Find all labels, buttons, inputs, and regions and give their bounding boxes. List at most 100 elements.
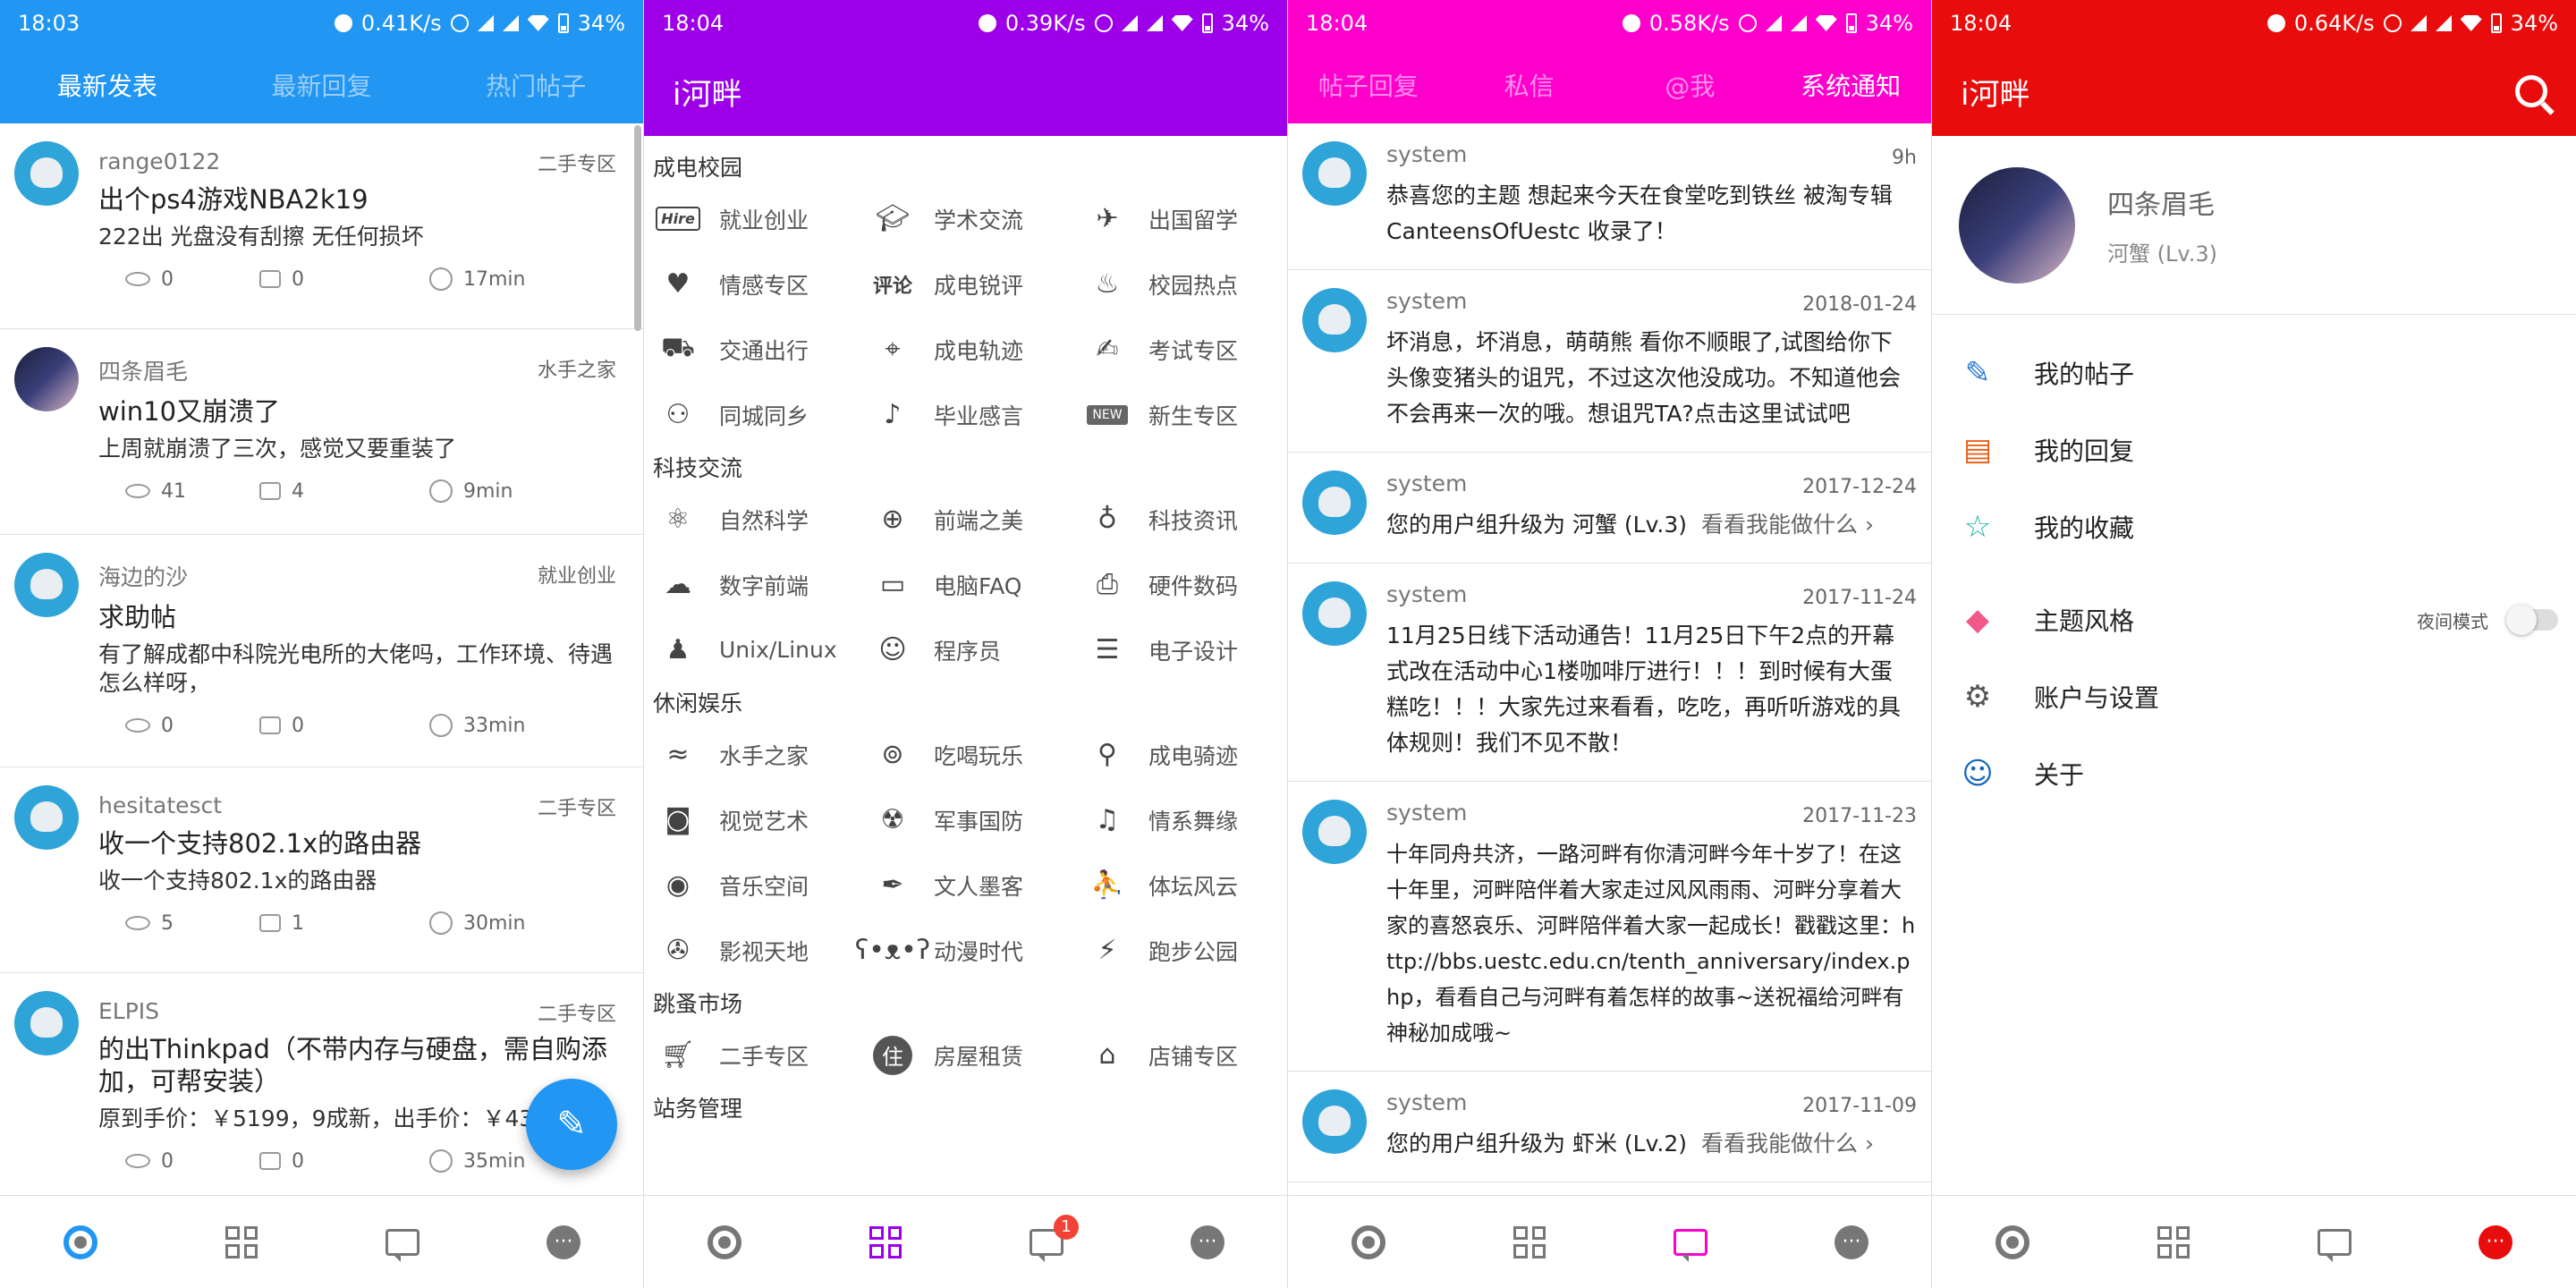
board-item[interactable]: ✈ 出国留学 (1082, 186, 1287, 251)
board-item[interactable]: ▭ 电脑FAQ (868, 552, 1082, 617)
nav-boards[interactable] (2093, 1225, 2254, 1258)
board-item[interactable]: ♥ 情感专区 (653, 251, 868, 317)
board-item[interactable]: ☢ 军事国防 (868, 787, 1082, 852)
notification-text: 您的用户组升级为 虾米 (Lv.2) (1386, 1131, 1688, 1157)
gamepad-icon: ⊚ (881, 739, 904, 770)
nav-more[interactable]: ··· (2415, 1224, 2576, 1259)
avatar[interactable] (14, 785, 79, 850)
board-item[interactable]: ☰ 电子设计 (1082, 617, 1287, 682)
nav-home[interactable] (0, 1224, 161, 1259)
nav-more[interactable]: ··· (1127, 1224, 1287, 1259)
avatar[interactable] (14, 991, 79, 1055)
menu-my-posts[interactable]: ✎ 我的帖子 (1932, 335, 2576, 411)
avatar (1302, 141, 1367, 206)
reply-icon (259, 1152, 281, 1170)
board-item[interactable]: ✒ 文人墨客 (868, 852, 1082, 918)
board-item[interactable]: ⌖ 成电轨迹 (868, 317, 1082, 382)
nav-more[interactable]: ··· (483, 1224, 643, 1259)
tab-private-messages[interactable]: 私信 (1449, 67, 1610, 103)
nav-home[interactable] (1932, 1224, 2093, 1259)
profile-header[interactable]: 四条眉毛 河蟹 (Lv.3) (1932, 136, 2576, 315)
brush-icon: ✒ (881, 869, 904, 901)
board-item[interactable]: ✇ 影视天地 (653, 918, 868, 983)
board-item[interactable]: NEW 新生专区 (1082, 382, 1287, 447)
search-icon[interactable] (2515, 75, 2547, 107)
board-item[interactable]: ☺ 程序员 (868, 617, 1082, 682)
nav-messages[interactable] (1610, 1228, 1771, 1262)
scrollbar[interactable] (634, 125, 641, 331)
film-reel-icon: ✇ (666, 935, 690, 966)
board-item[interactable]: ⚲ 成电骑迹 (1082, 722, 1287, 787)
board-item[interactable]: 评论 成电锐评 (868, 251, 1082, 317)
reply-count: 1 (292, 911, 304, 935)
reply-icon (259, 914, 281, 932)
board-item[interactable]: ⊚ 吃喝玩乐 (868, 722, 1082, 787)
tab-post-replies[interactable]: 帖子回复 (1288, 67, 1449, 103)
post-item[interactable]: range0122 二手专区 出个ps4游戏NBA2k19 222出 光盘没有刮… (0, 123, 643, 329)
post-item[interactable]: 四条眉毛 水手之家 win10又崩溃了 上周就崩溃了三次，感觉又要重装了 41 4… (0, 329, 643, 535)
board-item[interactable]: ⊕ 前端之美 (868, 487, 1082, 552)
board-item[interactable]: ⎙ 硬件数码 (1082, 552, 1287, 617)
board-item[interactable]: 🛒︎ 二手专区 (653, 1022, 868, 1088)
nav-messages[interactable] (2254, 1228, 2415, 1262)
nav-more[interactable]: ··· (1771, 1224, 1931, 1259)
board-item[interactable]: ♪ 毕业感言 (868, 382, 1082, 447)
nav-messages[interactable]: 1 (966, 1214, 1127, 1262)
nav-boards[interactable] (805, 1225, 966, 1258)
board-item[interactable]: ʕ•ᴥ•ʔ 动漫时代 (855, 918, 1082, 983)
board-item[interactable]: ♟ Unix/Linux (653, 617, 868, 682)
board-item[interactable]: ⚡ 跑步公园 (1082, 918, 1287, 983)
board-item[interactable]: Hire 就业创业 (653, 186, 868, 251)
tab-system-notices[interactable]: 系统通知 (1770, 67, 1931, 103)
see-privileges-link[interactable]: 看看我能做什么 › (1701, 1131, 1874, 1157)
board-item[interactable]: 🎓︎ 学术交流 (868, 186, 1082, 251)
nav-boards[interactable] (161, 1225, 322, 1258)
post-item[interactable]: hesitatesct 二手专区 收一个支持802.1x的路由器 收一个支持80… (0, 767, 643, 973)
board-item[interactable]: ♨ 校园热点 (1082, 251, 1287, 317)
notification-item[interactable]: system 2017-11-24 11月25日线下活动通告！11月25日下午2… (1288, 564, 1931, 782)
tab-hot-posts[interactable]: 热门帖子 (428, 67, 643, 103)
notification-item[interactable]: system 2017-12-24 您的用户组升级为 河蟹 (Lv.3) 看看我能… (1288, 453, 1931, 564)
camera-icon: ⎙ (1097, 569, 1118, 600)
board-item[interactable]: ✍ 考试专区 (1082, 317, 1287, 382)
board-item[interactable]: ♫ 情系舞缘 (1082, 787, 1287, 852)
avatar[interactable] (1959, 166, 2075, 284)
new-post-button[interactable]: ✎ (526, 1079, 617, 1170)
night-mode-toggle[interactable] (2506, 605, 2558, 635)
board-item[interactable]: ◉ 音乐空间 (653, 852, 868, 918)
menu-theme[interactable]: ◆ 主题风格 夜间模式 (1932, 581, 2576, 658)
menu-about[interactable]: ☺ 关于 (1932, 735, 2576, 812)
board-item[interactable]: ⛹ 体坛风云 (1082, 852, 1287, 918)
notification-item[interactable]: system 2018-01-24 坏消息，坏消息，萌萌熊 看你不顺眼了,试图给… (1288, 270, 1931, 453)
board-item[interactable]: ⚇ 同城同乡 (653, 382, 868, 447)
nav-boards[interactable] (1449, 1225, 1610, 1258)
post-item[interactable]: 海边的沙 就业创业 求助帖 有了解成都中科院光电所的大佬吗，工作环境、待遇怎么样… (0, 535, 643, 767)
menu-account-settings[interactable]: ⚙ 账户与设置 (1932, 658, 2576, 735)
notification-item[interactable]: system 9h 恭喜您的主题 想起来今天在食堂吃到铁丝 被淘专辑Cantee… (1288, 123, 1931, 270)
board-item[interactable]: ◙ 视觉艺术 (653, 787, 868, 852)
tab-latest-replies[interactable]: 最新回复 (215, 67, 429, 103)
notification-item[interactable]: system 2017-11-09 您的用户组升级为 虾米 (Lv.2) 看看我能… (1288, 1072, 1931, 1182)
notification-item[interactable]: system 2017-11-23 十年同舟共济，一路河畔有你清河畔今年十岁了！… (1288, 782, 1931, 1072)
board-item[interactable]: ⚛ 自然科学 (653, 487, 868, 552)
board-item[interactable]: ♁ 科技资讯 (1082, 487, 1287, 552)
avatar[interactable] (14, 553, 79, 617)
board-item[interactable]: ☁ 数字前端 (653, 552, 868, 617)
menu-my-replies[interactable]: ▤ 我的回复 (1932, 411, 2576, 488)
board-item[interactable]: ≈ 水手之家 (653, 722, 868, 787)
tab-mentions[interactable]: @我 (1610, 67, 1771, 103)
nav-home[interactable] (1288, 1224, 1449, 1259)
board-item[interactable]: ⌂ 店铺专区 (1082, 1022, 1287, 1088)
see-privileges-link[interactable]: 看看我能做什么 › (1701, 512, 1874, 538)
avatar[interactable] (14, 141, 79, 206)
menu-my-favorites[interactable]: ☆ 我的收藏 (1932, 488, 2576, 565)
post-time: 17min (463, 267, 526, 291)
nav-messages[interactable] (322, 1228, 483, 1262)
store-icon: ⌂ (1098, 1039, 1116, 1071)
nav-home[interactable] (644, 1224, 805, 1259)
board-item[interactable]: ⛟ 交通出行 (653, 317, 868, 382)
board-item[interactable]: 住房屋租赁 (868, 1022, 1082, 1088)
tab-latest-posts[interactable]: 最新发表 (0, 67, 215, 103)
battery-icon (1845, 13, 1857, 33)
avatar[interactable] (14, 347, 79, 411)
